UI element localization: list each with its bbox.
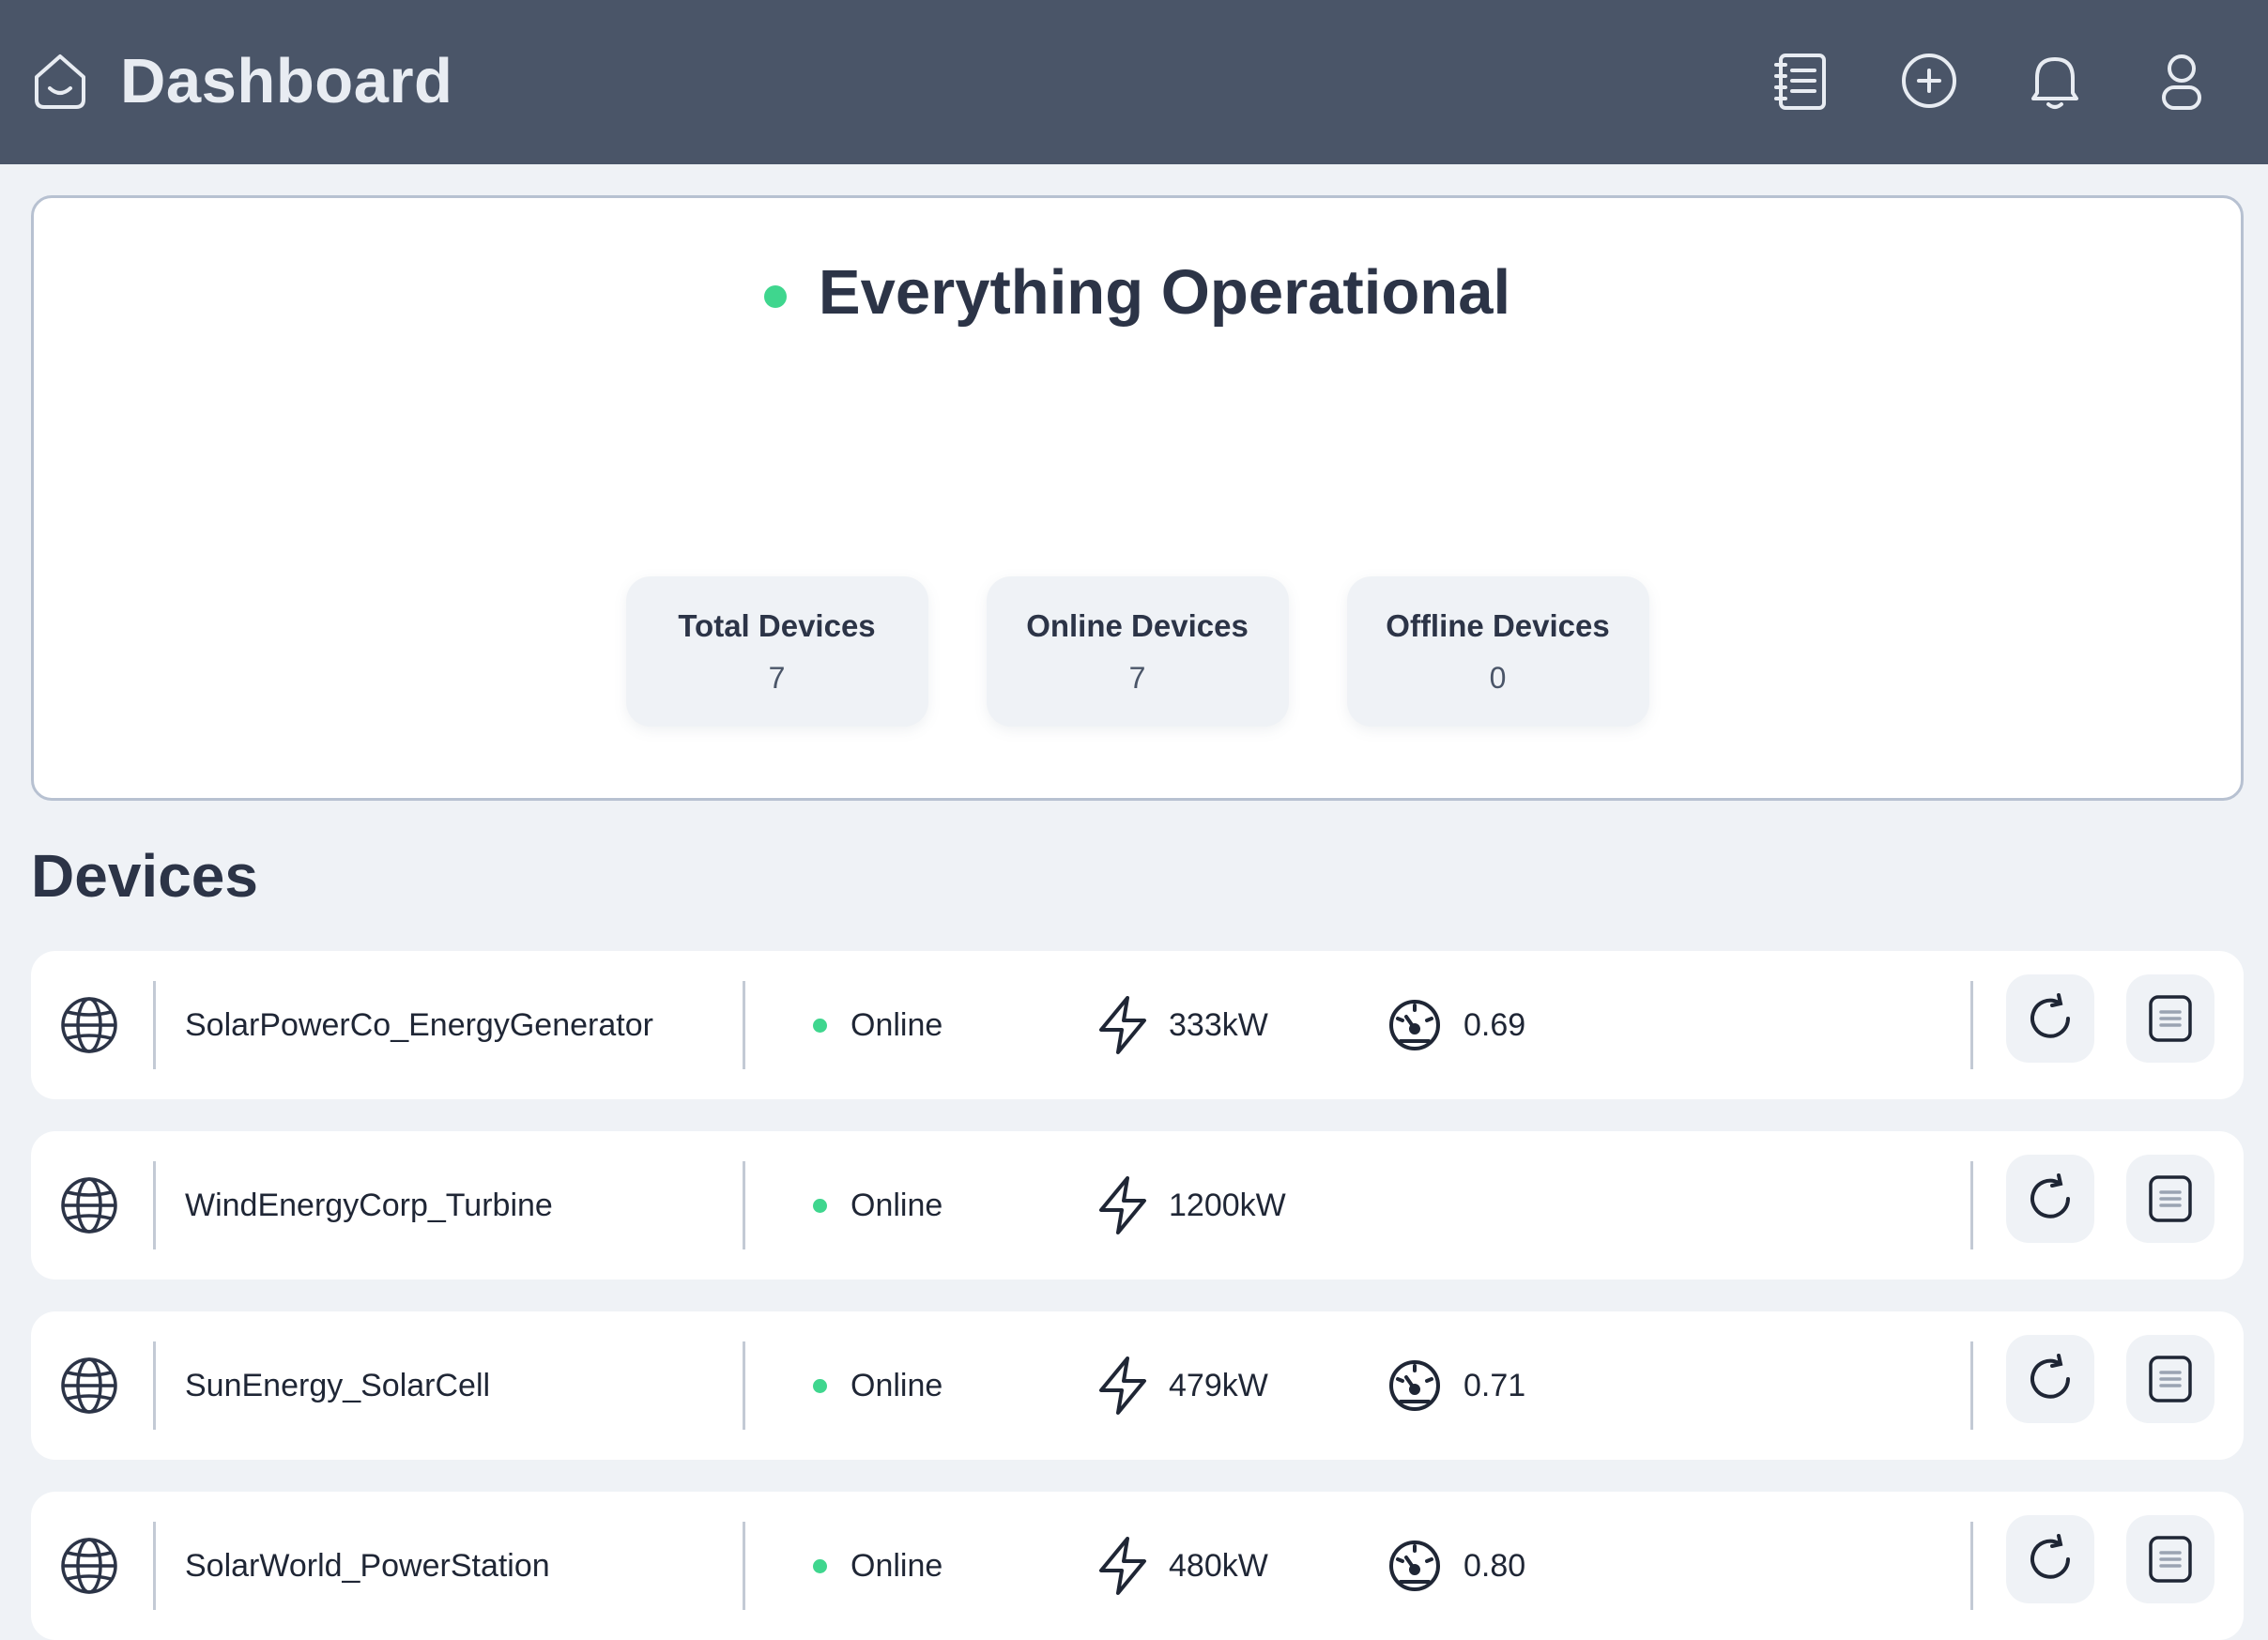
refresh-icon <box>2030 1354 2070 1399</box>
refresh-icon <box>2030 1534 2070 1579</box>
online-status-dot <box>813 1199 827 1213</box>
divider <box>153 1522 156 1610</box>
add-circle-icon[interactable] <box>1895 47 1963 115</box>
stat-label: Offline Devices <box>1386 607 1610 643</box>
divider <box>743 981 745 1069</box>
document-icon <box>2149 1175 2192 1222</box>
device-status: Online <box>850 1548 943 1584</box>
refresh-icon <box>2030 993 2070 1038</box>
user-icon[interactable] <box>2148 47 2215 115</box>
device-name: SolarWorld_PowerStation <box>185 1548 550 1584</box>
device-power: 479kW <box>1169 1368 1268 1403</box>
globe-icon <box>61 1357 117 1414</box>
document-icon <box>2149 995 2192 1042</box>
top-navbar: Dashboard <box>0 0 2268 164</box>
status-dot <box>763 285 787 308</box>
online-status-dot <box>813 1019 827 1033</box>
device-row: SolarWorld_PowerStation Online 480kW 0.8… <box>31 1492 2244 1640</box>
online-status-dot <box>813 1559 827 1573</box>
page-title: Dashboard <box>120 46 453 116</box>
device-status: Online <box>850 1368 943 1403</box>
device-row: SunEnergy_SolarCell Online 479kW 0.71 <box>31 1311 2244 1460</box>
status-text: Everything Operational <box>818 257 1511 328</box>
divider <box>153 1341 156 1430</box>
details-button[interactable] <box>2126 1515 2214 1603</box>
divider <box>153 1161 156 1249</box>
refresh-button[interactable] <box>2006 1335 2094 1423</box>
document-icon <box>2149 1356 2192 1402</box>
divider <box>743 1522 745 1610</box>
device-power-factor: 0.80 <box>1463 1548 1526 1584</box>
divider <box>743 1161 745 1249</box>
stat-label: Total Devices <box>678 607 876 643</box>
bell-icon[interactable] <box>2021 47 2089 115</box>
stat-offline-devices: Offline Devices 0 <box>1346 576 1649 727</box>
document-icon <box>2149 1536 2192 1583</box>
device-power: 1200kW <box>1169 1188 1286 1223</box>
device-status: Online <box>850 1188 943 1223</box>
divider <box>1970 1161 1973 1249</box>
lightning-icon <box>1099 1537 1146 1595</box>
globe-icon <box>61 1177 117 1234</box>
refresh-button[interactable] <box>2006 974 2094 1063</box>
gauge-icon <box>1389 1540 1440 1591</box>
device-power-factor: 0.69 <box>1463 1007 1526 1043</box>
status-header: Everything Operational <box>34 253 2241 333</box>
refresh-icon <box>2030 1173 2070 1219</box>
online-status-dot <box>813 1379 827 1393</box>
details-button[interactable] <box>2126 1155 2214 1243</box>
lightning-icon <box>1099 1176 1146 1234</box>
divider <box>1970 1522 1973 1610</box>
devices-heading: Devices <box>31 842 258 910</box>
globe-icon <box>61 997 117 1053</box>
stats-row: Total Devices 7 Online Devices 7 Offline… <box>34 576 2241 727</box>
home-icon[interactable] <box>29 51 91 113</box>
divider <box>1970 981 1973 1069</box>
gauge-icon <box>1389 1360 1440 1411</box>
device-power: 333kW <box>1169 1007 1268 1043</box>
lightning-icon <box>1099 1356 1146 1415</box>
stat-label: Online Devices <box>1026 607 1249 643</box>
device-name: SunEnergy_SolarCell <box>185 1368 491 1403</box>
stat-value: 7 <box>1128 660 1146 695</box>
device-row: SolarPowerCo_EnergyGenerator Online 333k… <box>31 951 2244 1099</box>
stat-value: 0 <box>1489 660 1507 695</box>
device-row: WindEnergyCorp_Turbine Online 1200kW <box>31 1131 2244 1280</box>
lightning-icon <box>1099 996 1146 1054</box>
status-card: Everything Operational Total Devices 7 O… <box>31 195 2244 801</box>
refresh-button[interactable] <box>2006 1155 2094 1243</box>
stat-online-devices: Online Devices 7 <box>986 576 1289 727</box>
details-button[interactable] <box>2126 974 2214 1063</box>
refresh-button[interactable] <box>2006 1515 2094 1603</box>
stat-value: 7 <box>768 660 786 695</box>
divider <box>153 981 156 1069</box>
divider <box>743 1341 745 1430</box>
divider <box>1970 1341 1973 1430</box>
details-button[interactable] <box>2126 1335 2214 1423</box>
stat-total-devices: Total Devices 7 <box>625 576 928 727</box>
notes-icon[interactable] <box>1769 47 1836 115</box>
device-power: 480kW <box>1169 1548 1268 1584</box>
device-name: SolarPowerCo_EnergyGenerator <box>185 1007 653 1043</box>
device-name: WindEnergyCorp_Turbine <box>185 1188 553 1223</box>
globe-icon <box>61 1538 117 1594</box>
gauge-icon <box>1389 1000 1440 1050</box>
device-power-factor: 0.71 <box>1463 1368 1526 1403</box>
device-status: Online <box>850 1007 943 1043</box>
